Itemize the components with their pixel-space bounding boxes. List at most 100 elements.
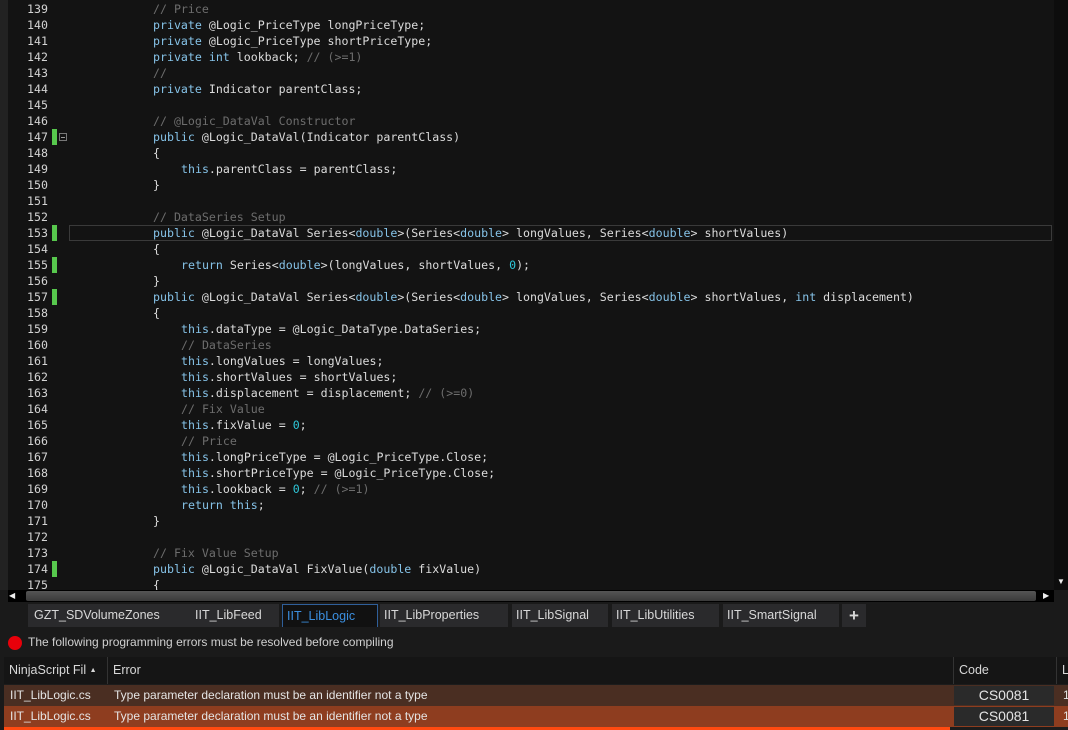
code-line[interactable]: 141 private @Logic_PriceType shortPriceTy… xyxy=(0,33,1054,49)
code-line[interactable]: 142 private int lookback; // (>=1) xyxy=(0,49,1054,65)
code-line[interactable]: 169 this.lookback = 0; // (>=1) xyxy=(0,481,1054,497)
code-line[interactable]: 146 // @Logic_DataVal Constructor xyxy=(0,113,1054,129)
code-line[interactable]: 160 // DataSeries xyxy=(0,337,1054,353)
code-token: this xyxy=(181,466,209,480)
table-row[interactable]: IIT_LibLogic.cs Type parameter declarati… xyxy=(4,706,1068,727)
collapse-icon[interactable] xyxy=(59,133,67,141)
code-token: .fixValue = xyxy=(208,418,293,432)
scroll-left-arrow-icon[interactable]: ◀ xyxy=(9,590,15,602)
code-line[interactable]: 167 this.longPriceType = @Logic_PriceType… xyxy=(0,449,1054,465)
code-text: public @Logic_DataVal Series<double>(Ser… xyxy=(69,225,788,241)
code-text: { xyxy=(69,241,160,257)
code-line[interactable]: 155 return Series<double>(longValues, sho… xyxy=(0,257,1054,273)
code-token: this xyxy=(181,322,209,336)
tab-iit-libutilities[interactable]: IIT_LibUtilities xyxy=(612,604,719,627)
code-token: { xyxy=(153,578,160,590)
code-line[interactable]: 153 public @Logic_DataVal Series<double>(… xyxy=(0,225,1054,241)
code-line[interactable]: 139 // Price xyxy=(0,1,1054,17)
line-number: 171 xyxy=(27,514,48,528)
code-line[interactable]: 148 { xyxy=(0,145,1054,161)
code-line[interactable]: 150} xyxy=(0,177,1054,193)
code-token: private int xyxy=(153,50,230,64)
column-header-file[interactable]: NinjaScript Fil ▲ xyxy=(4,657,108,684)
code-token: ; xyxy=(299,482,314,496)
code-line[interactable]: 151 xyxy=(0,193,1054,209)
code-line[interactable]: 162 this.shortValues = shortValues; xyxy=(0,369,1054,385)
code-line[interactable]: 172 xyxy=(0,529,1054,545)
code-line[interactable]: 154 { xyxy=(0,241,1054,257)
code-line[interactable]: 159 this.dataType = @Logic_DataType.DataS… xyxy=(0,321,1054,337)
code-line[interactable]: 156} xyxy=(0,273,1054,289)
code-line[interactable]: 161 this.longValues = longValues; xyxy=(0,353,1054,369)
tab-label: IIT_LibProperties xyxy=(384,608,480,622)
vertical-scrollbar[interactable] xyxy=(1054,0,1068,590)
code-line[interactable]: 174 public @Logic_DataVal FixValue(double… xyxy=(0,561,1054,577)
code-text: return Series<double>(longValues, shortV… xyxy=(69,257,530,273)
code-line[interactable]: 145 xyxy=(0,97,1054,113)
code-line[interactable]: 144 private Indicator parentClass; xyxy=(0,81,1054,97)
code-line[interactable]: 166 // Price xyxy=(0,433,1054,449)
line-number: 150 xyxy=(27,178,48,192)
code-line[interactable]: 157 public @Logic_DataVal Series<double>(… xyxy=(0,289,1054,305)
tab-iit-liblogic[interactable]: IIT_LibLogic xyxy=(282,604,378,627)
line-cell: 1 xyxy=(1063,688,1068,702)
tab-iit-libproperties[interactable]: IIT_LibProperties xyxy=(380,604,508,627)
code-text: return this; xyxy=(69,497,265,513)
code-text: this.fixValue = 0; xyxy=(69,417,307,433)
code-text: this.lookback = 0; // (>=1) xyxy=(69,481,369,497)
code-text: private @Logic_PriceType longPriceType; xyxy=(69,17,425,33)
line-number: 158 xyxy=(27,306,48,320)
code-token: >(Series< xyxy=(397,226,461,240)
scroll-down-arrow-icon[interactable]: ▼ xyxy=(1057,577,1065,586)
code-line[interactable]: 158 { xyxy=(0,305,1054,321)
tab-iit-libfeed[interactable]: IIT_LibFeed xyxy=(191,604,279,627)
code-editor[interactable]: 139 // Price 140 private @Logic_PriceType l… xyxy=(0,0,1054,590)
line-number: 155 xyxy=(27,258,48,272)
column-header-line[interactable]: L xyxy=(1057,657,1068,684)
code-line[interactable]: 147 public @Logic_DataVal(Indicator paren… xyxy=(0,129,1054,145)
code-token: 0 xyxy=(292,482,300,496)
line-number: 173 xyxy=(27,546,48,560)
code-line[interactable]: 171} xyxy=(0,513,1054,529)
add-tab-button[interactable]: + xyxy=(842,604,866,627)
code-text: this.shortValues = shortValues; xyxy=(69,369,397,385)
code-token: // Price xyxy=(181,434,237,448)
code-line[interactable]: 152 // DataSeries Setup xyxy=(0,209,1054,225)
code-text: private Indicator parentClass; xyxy=(69,81,362,97)
code-line[interactable]: 143 // xyxy=(0,65,1054,81)
column-header-error[interactable]: Error xyxy=(108,657,954,684)
code-token: public xyxy=(153,226,195,240)
horizontal-scrollbar[interactable] xyxy=(8,590,1054,602)
code-line[interactable]: 173 // Fix Value Setup xyxy=(0,545,1054,561)
file-tabs: GZT_SDVolumeZones IIT_LibFeed IIT_LibLog… xyxy=(0,603,1068,628)
horizontal-scroll-thumb[interactable] xyxy=(26,591,1036,601)
code-token: double xyxy=(648,290,691,304)
column-header-code[interactable]: Code xyxy=(954,657,1057,684)
code-line[interactable]: 168 this.shortPriceType = @Logic_PriceTyp… xyxy=(0,465,1054,481)
code-line[interactable]: 140 private @Logic_PriceType longPriceTyp… xyxy=(0,17,1054,33)
code-line[interactable]: 165 this.fixValue = 0; xyxy=(0,417,1054,433)
error-cell: Type parameter declaration must be an id… xyxy=(114,688,428,702)
line-number: 159 xyxy=(27,322,48,336)
code-line[interactable]: 164 // Fix Value xyxy=(0,401,1054,417)
code-token: private xyxy=(153,82,202,96)
scroll-right-arrow-icon[interactable]: ▶ xyxy=(1043,590,1049,602)
code-token: > shortValues, xyxy=(690,290,796,304)
code-line[interactable]: 170 return this; xyxy=(0,497,1054,513)
code-line[interactable]: 163 this.displacement = displacement; // … xyxy=(0,385,1054,401)
file-cell: IIT_LibLogic.cs xyxy=(10,709,91,723)
code-token: double xyxy=(278,258,321,272)
tab-iit-smartsignal[interactable]: IIT_SmartSignal xyxy=(723,604,839,627)
error-banner-text: The following programming errors must be… xyxy=(28,635,394,649)
line-number: 156 xyxy=(27,274,48,288)
code-line[interactable]: 149 this.parentClass = parentClass; xyxy=(0,161,1054,177)
code-line[interactable]: 175 { xyxy=(0,577,1054,590)
code-text: // Fix Value xyxy=(69,401,265,417)
tab-iit-libsignal[interactable]: IIT_LibSignal xyxy=(512,604,608,627)
code-text: this.shortPriceType = @Logic_PriceType.C… xyxy=(69,465,495,481)
code-token: // xyxy=(153,66,167,80)
code-text: { xyxy=(69,145,160,161)
code-token: // DataSeries xyxy=(181,338,272,352)
table-row[interactable]: IIT_LibLogic.cs Type parameter declarati… xyxy=(4,685,1068,706)
code-token: { xyxy=(153,306,160,320)
